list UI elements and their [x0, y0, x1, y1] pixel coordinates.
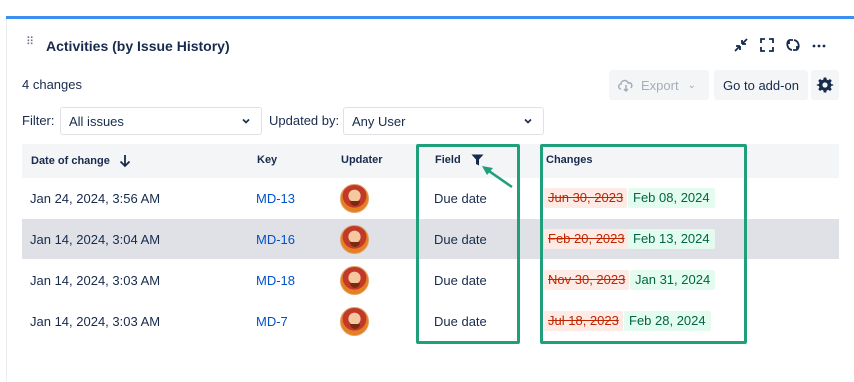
sort-down-icon: [119, 155, 130, 168]
settings-button[interactable]: [811, 70, 839, 100]
issue-key-link[interactable]: MD-7: [256, 314, 288, 329]
gear-icon: [816, 77, 834, 93]
avatar[interactable]: [340, 266, 369, 295]
more-icon[interactable]: [806, 34, 832, 56]
date-cell: Jan 14, 2024, 3:04 AM: [30, 232, 161, 247]
avatar[interactable]: [340, 307, 369, 336]
updated-by-select-value: Any User: [352, 113, 406, 129]
updated-by-select[interactable]: Any User: [343, 107, 544, 135]
chevron-down-icon: ⌄: [687, 79, 696, 91]
panel-border: [6, 19, 7, 382]
header-actions: [728, 34, 832, 56]
fullscreen-icon[interactable]: [754, 34, 780, 56]
export-button[interactable]: Export ⌄: [609, 70, 709, 100]
filter-label: Filter:: [22, 113, 55, 128]
refresh-icon[interactable]: [780, 34, 806, 56]
issue-key-link[interactable]: MD-13: [256, 191, 295, 206]
chevron-down-icon: [242, 118, 250, 124]
column-date-of-change[interactable]: Date of change: [31, 154, 131, 168]
changes-count: 4 changes: [22, 77, 82, 92]
annotation-arrow-icon: [482, 166, 513, 189]
avatar[interactable]: [340, 225, 369, 254]
filter-select-value: All issues: [69, 113, 124, 129]
panel-header: ⠿ Activities (by Issue History): [26, 34, 230, 58]
avatar[interactable]: [340, 184, 369, 213]
issue-key-link[interactable]: MD-16: [256, 232, 295, 247]
panel-top-accent: [6, 16, 854, 19]
collapse-icon[interactable]: [728, 34, 754, 56]
go-to-addon-button[interactable]: Go to add-on: [714, 70, 808, 100]
column-key[interactable]: Key: [257, 154, 277, 166]
filter-select[interactable]: All issues: [60, 107, 262, 135]
chevron-down-icon: [524, 118, 532, 124]
export-label: Export: [641, 77, 679, 93]
issue-key-link[interactable]: MD-18: [256, 273, 295, 288]
updated-by-label: Updated by:: [269, 113, 340, 128]
date-cell: Jan 14, 2024, 3:03 AM: [30, 273, 161, 288]
date-cell: Jan 14, 2024, 3:03 AM: [30, 314, 161, 329]
drag-handle-icon[interactable]: ⠿: [26, 37, 36, 53]
changes-column-highlight: [540, 144, 747, 344]
column-updater[interactable]: Updater: [341, 154, 383, 166]
panel-title: Activities (by Issue History): [46, 38, 230, 54]
cloud-download-icon: [618, 79, 633, 92]
date-cell: Jan 24, 2024, 3:56 AM: [30, 191, 161, 206]
